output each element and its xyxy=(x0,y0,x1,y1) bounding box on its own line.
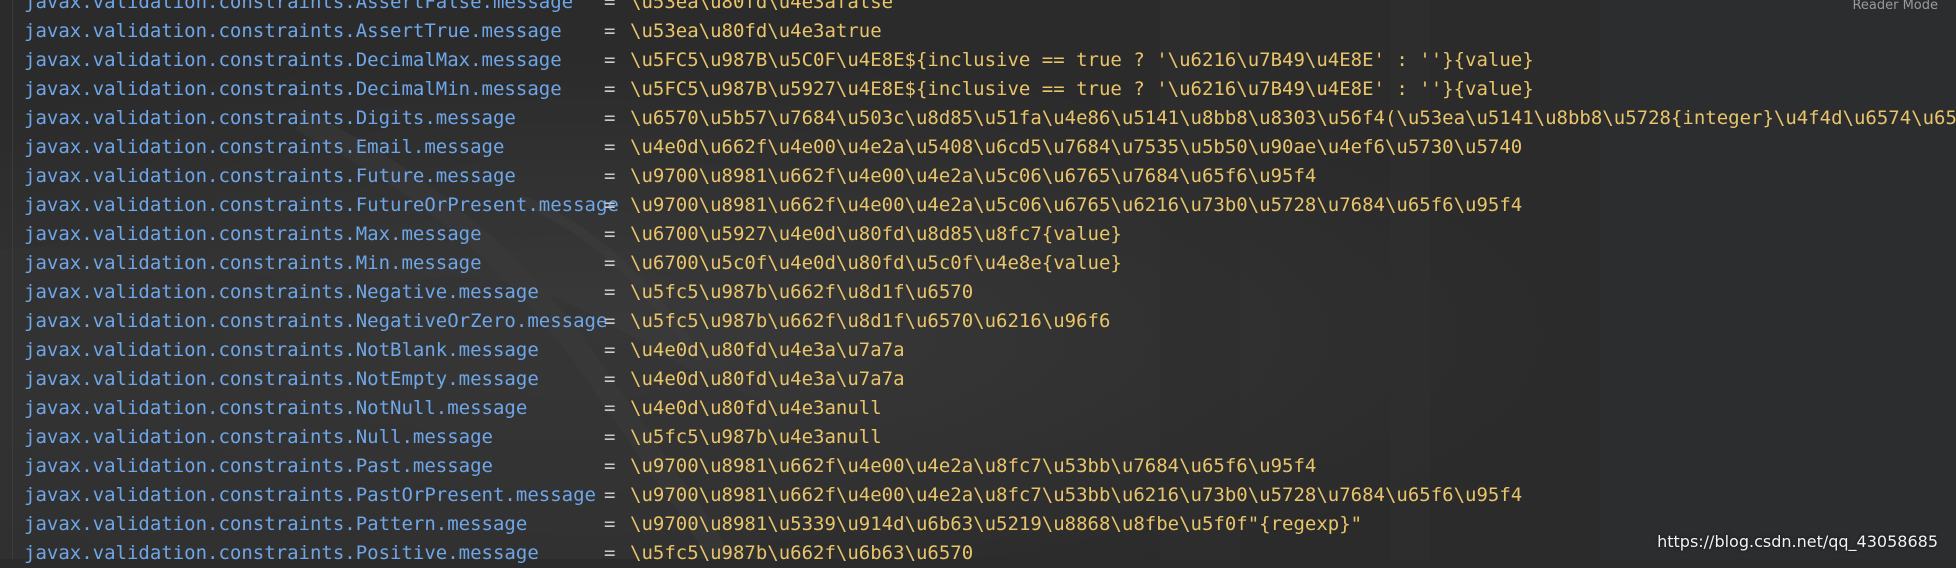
property-key: javax.validation.constraints.Past.messag… xyxy=(24,455,493,477)
code-line[interactable]: javax.validation.constraints.NotBlank.me… xyxy=(0,336,1956,365)
code-line[interactable]: javax.validation.constraints.Digits.mess… xyxy=(0,104,1956,133)
property-key: javax.validation.constraints.Pattern.mes… xyxy=(24,513,528,535)
property-value: \u53ea\u80fd\u4e3afalse xyxy=(630,0,894,13)
property-key: javax.validation.constraints.Null.messag… xyxy=(24,426,493,448)
property-key: javax.validation.constraints.Future.mess… xyxy=(24,165,516,187)
property-key: javax.validation.constraints.Min.message xyxy=(24,252,482,274)
equals-sign: = xyxy=(604,513,616,535)
property-key: javax.validation.constraints.Positive.me… xyxy=(24,542,539,564)
property-value: \u4e0d\u662f\u4e00\u4e2a\u5408\u6cd5\u76… xyxy=(630,136,1523,158)
property-value: \u6570\u5b57\u7684\u503c\u8d85\u51fa\u4e… xyxy=(630,107,1956,129)
property-key: javax.validation.constraints.AssertFalse… xyxy=(24,0,574,13)
equals-sign: = xyxy=(604,397,616,419)
code-line[interactable]: javax.validation.constraints.Null.messag… xyxy=(0,423,1956,452)
property-value: \u5fc5\u987b\u662f\u6b63\u6570 xyxy=(630,542,974,564)
code-line[interactable]: javax.validation.constraints.DecimalMax.… xyxy=(0,46,1956,75)
property-key: javax.validation.constraints.AssertTrue.… xyxy=(24,20,562,42)
property-value: \u4e0d\u80fd\u4e3a\u7a7a xyxy=(630,339,905,361)
code-line[interactable]: javax.validation.constraints.NegativeOrZ… xyxy=(0,307,1956,336)
property-value: \u5fc5\u987b\u662f\u8d1f\u6570\u6216\u96… xyxy=(630,310,1111,332)
property-value: \u6700\u5c0f\u4e0d\u80fd\u5c0f\u4e8e{val… xyxy=(630,252,1122,274)
property-value: \u5FC5\u987B\u5927\u4E8E${inclusive == t… xyxy=(630,78,1534,100)
property-value: \u9700\u8981\u5339\u914d\u6b63\u5219\u88… xyxy=(630,513,1363,535)
equals-sign: = xyxy=(604,20,616,42)
code-line[interactable]: javax.validation.constraints.DecimalMin.… xyxy=(0,75,1956,104)
equals-sign: = xyxy=(604,310,616,332)
property-value: \u5fc5\u987b\u662f\u8d1f\u6570 xyxy=(630,281,974,303)
property-key: javax.validation.constraints.NotEmpty.me… xyxy=(24,368,539,390)
property-value: \u9700\u8981\u662f\u4e00\u4e2a\u8fc7\u53… xyxy=(630,484,1523,506)
property-key: javax.validation.constraints.DecimalMin.… xyxy=(24,78,562,100)
property-value: \u6700\u5927\u4e0d\u80fd\u8d85\u8fc7{val… xyxy=(630,223,1122,245)
code-line[interactable]: javax.validation.constraints.PastOrPrese… xyxy=(0,481,1956,510)
equals-sign: = xyxy=(604,49,616,71)
property-value: \u53ea\u80fd\u4e3atrue xyxy=(630,20,882,42)
equals-sign: = xyxy=(604,368,616,390)
property-value: \u4e0d\u80fd\u4e3a\u7a7a xyxy=(630,368,905,390)
property-key: javax.validation.constraints.Email.messa… xyxy=(24,136,505,158)
property-key: javax.validation.constraints.NotNull.mes… xyxy=(24,397,528,419)
code-line[interactable]: javax.validation.constraints.FutureOrPre… xyxy=(0,191,1956,220)
property-value: \u9700\u8981\u662f\u4e00\u4e2a\u5c06\u67… xyxy=(630,194,1523,216)
equals-sign: = xyxy=(604,165,616,187)
equals-sign: = xyxy=(604,426,616,448)
property-key: javax.validation.constraints.DecimalMax.… xyxy=(24,49,562,71)
property-key: javax.validation.constraints.NegativeOrZ… xyxy=(24,310,608,332)
equals-sign: = xyxy=(604,107,616,129)
reader-mode-button[interactable]: Reader Mode xyxy=(1852,0,1938,13)
property-key: javax.validation.constraints.PastOrPrese… xyxy=(24,484,596,506)
code-line[interactable]: javax.validation.constraints.NotNull.mes… xyxy=(0,394,1956,423)
property-key: javax.validation.constraints.NotBlank.me… xyxy=(24,339,539,361)
code-line[interactable]: javax.validation.constraints.AssertFalse… xyxy=(0,0,1956,17)
equals-sign: = xyxy=(604,484,616,506)
code-line[interactable]: javax.validation.constraints.Future.mess… xyxy=(0,162,1956,191)
code-line[interactable]: javax.validation.constraints.AssertTrue.… xyxy=(0,17,1956,46)
equals-sign: = xyxy=(604,281,616,303)
property-value: \u5FC5\u987B\u5C0F\u4E8E${inclusive == t… xyxy=(630,49,1534,71)
equals-sign: = xyxy=(604,194,616,216)
property-value: \u5fc5\u987b\u4e3anull xyxy=(630,426,882,448)
property-value: \u9700\u8981\u662f\u4e00\u4e2a\u8fc7\u53… xyxy=(630,455,1317,477)
property-key: javax.validation.constraints.FutureOrPre… xyxy=(24,194,619,216)
equals-sign: = xyxy=(604,78,616,100)
code-line[interactable]: javax.validation.constraints.Min.message… xyxy=(0,249,1956,278)
property-key: javax.validation.constraints.Max.message xyxy=(24,223,482,245)
equals-sign: = xyxy=(604,339,616,361)
equals-sign: = xyxy=(604,455,616,477)
code-line[interactable]: javax.validation.constraints.Max.message… xyxy=(0,220,1956,249)
watermark-url: https://blog.csdn.net/qq_43058685 xyxy=(1657,532,1938,551)
property-value: \u4e0d\u80fd\u4e3anull xyxy=(630,397,882,419)
equals-sign: = xyxy=(604,542,616,564)
code-line[interactable]: javax.validation.constraints.Past.messag… xyxy=(0,452,1956,481)
code-line[interactable]: javax.validation.constraints.Email.messa… xyxy=(0,133,1956,162)
code-line[interactable]: javax.validation.constraints.Negative.me… xyxy=(0,278,1956,307)
code-line[interactable]: javax.validation.constraints.NotEmpty.me… xyxy=(0,365,1956,394)
equals-sign: = xyxy=(604,252,616,274)
property-key: javax.validation.constraints.Digits.mess… xyxy=(24,107,516,129)
equals-sign: = xyxy=(604,0,616,13)
equals-sign: = xyxy=(604,223,616,245)
properties-editor[interactable]: javax.validation.constraints.AssertFalse… xyxy=(0,0,1956,568)
property-key: javax.validation.constraints.Negative.me… xyxy=(24,281,539,303)
equals-sign: = xyxy=(604,136,616,158)
property-value: \u9700\u8981\u662f\u4e00\u4e2a\u5c06\u67… xyxy=(630,165,1317,187)
